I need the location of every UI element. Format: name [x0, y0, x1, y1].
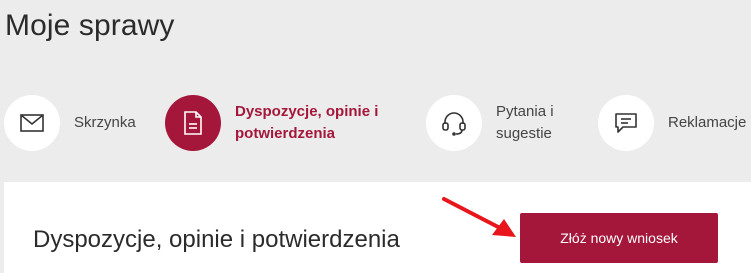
tab-label-line: Pytania i	[496, 103, 554, 120]
envelope-icon	[20, 114, 44, 132]
tab-label-line: Dyspozycje, opinie i	[235, 103, 379, 120]
tab-pytania[interactable]: Pytania i sugestie	[426, 95, 554, 151]
headset-icon	[442, 112, 466, 136]
chat-bubble-icon	[615, 113, 637, 133]
new-request-button[interactable]: Złóż nowy wniosek	[520, 213, 718, 263]
page: Moje sprawy Skrzynka Dyspozycje, opinie …	[0, 0, 751, 273]
document-icon	[184, 111, 202, 135]
tab-skrzynka[interactable]: Skrzynka	[4, 95, 136, 151]
tab-reklamacje[interactable]: Reklamacje	[598, 95, 746, 151]
tab-icon-circle	[598, 95, 654, 151]
tab-label-line: sugestie	[496, 125, 552, 142]
tab-label: Skrzynka	[74, 112, 136, 134]
tab-label-line: Reklamacje	[668, 114, 747, 131]
tab-label: Pytania i sugestie	[496, 101, 554, 145]
tab-icon-circle	[165, 95, 221, 151]
tab-icon-circle	[426, 95, 482, 151]
tab-label-line: potwierdzenia	[235, 125, 336, 142]
page-title: Moje sprawy	[5, 9, 175, 42]
tab-label: Dyspozycje, opinie i potwierdzenia	[235, 101, 378, 145]
tab-icon-circle	[4, 95, 60, 151]
tab-dyspozycje[interactable]: Dyspozycje, opinie i potwierdzenia	[165, 95, 378, 151]
tab-label: Reklamacje	[668, 112, 746, 134]
tab-label-line: Skrzynka	[74, 114, 136, 131]
panel-title: Dyspozycje, opinie i potwierdzenia	[33, 226, 400, 253]
content-panel: Dyspozycje, opinie i potwierdzenia Złóż …	[4, 182, 751, 273]
tab-bar: Skrzynka Dyspozycje, opinie i potwierdze…	[0, 95, 751, 155]
